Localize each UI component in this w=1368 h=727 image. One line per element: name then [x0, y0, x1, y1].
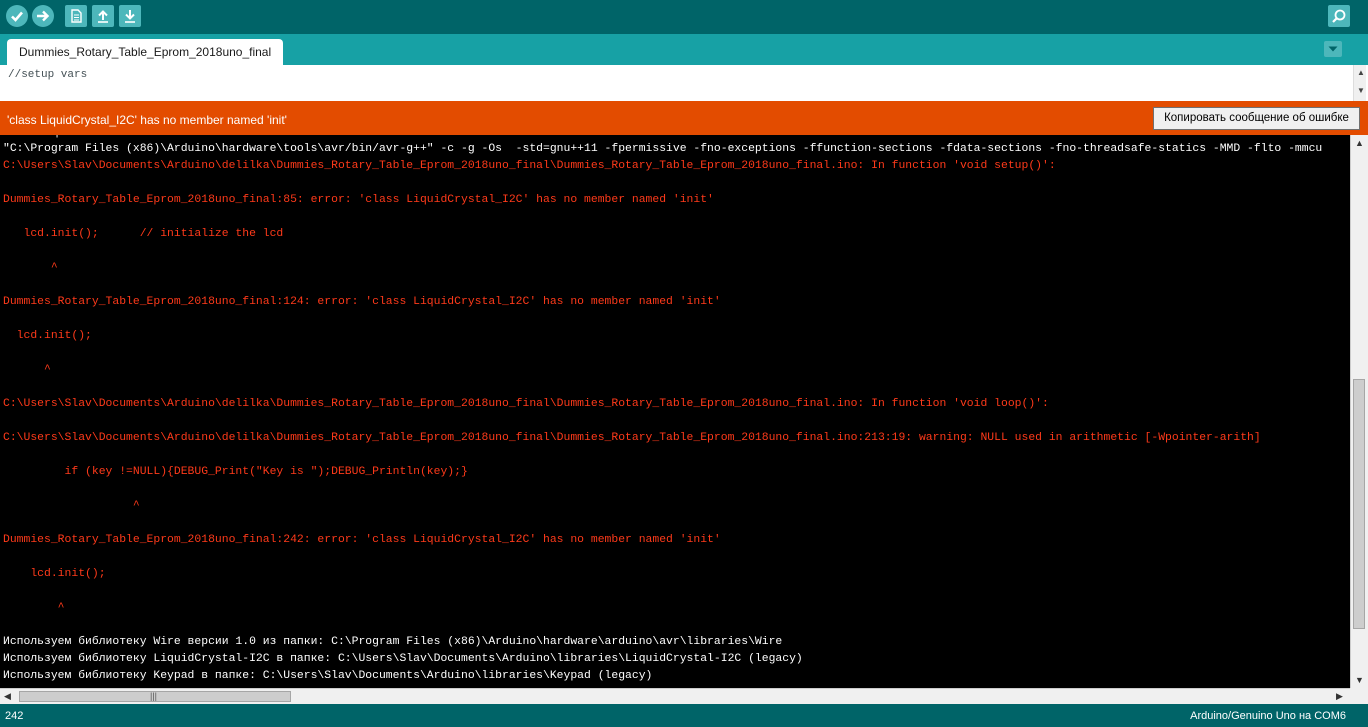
scroll-up-icon[interactable]: ▲ [1355, 138, 1364, 148]
code-editor[interactable]: //setup vars ▲ ▼ [0, 65, 1368, 101]
new-sketch-button[interactable] [65, 5, 87, 27]
scroll-left-icon[interactable]: ◀ [4, 691, 11, 702]
toolbar [0, 0, 1368, 34]
console-line: Dummies_Rotary_Table_Eprom_2018uno_final… [3, 194, 714, 206]
console-line: C:\Users\Slav\Documents\Arduino\delilka\… [3, 432, 1261, 444]
console-line: ^ [3, 602, 65, 614]
status-bar: 242 Arduino/Genuino Uno на COM6 [0, 704, 1368, 727]
console-line: C:\Users\Slav\Documents\Arduino\delilka\… [3, 398, 1049, 410]
upload-button[interactable] [32, 5, 54, 27]
console-line-partial: Компиляция скетча... [3, 135, 140, 140]
open-arrow-up-icon [98, 10, 108, 23]
editor-scrollbar[interactable]: ▲ ▼ [1353, 65, 1366, 101]
scrollbar-thumb[interactable]: ||| [19, 691, 291, 702]
check-icon [11, 11, 23, 22]
line-number: 242 [5, 710, 24, 722]
scroll-up-icon[interactable]: ▲ [1357, 69, 1365, 77]
open-button[interactable] [92, 5, 114, 27]
save-arrow-down-icon [125, 10, 135, 23]
console-line: "C:\Program Files (x86)\Arduino\hardware… [3, 143, 1323, 155]
console-line: lcd.init(); // initialize the lcd [3, 228, 284, 240]
verify-button[interactable] [6, 5, 28, 27]
console-line: ^ [3, 500, 140, 512]
console-horizontal-scrollbar[interactable]: ◀ ||| ▶ [0, 688, 1350, 704]
tab-strip: Dummies_Rotary_Table_Eprom_2018uno_final [0, 34, 1368, 65]
console-line: Dummies_Rotary_Table_Eprom_2018uno_final… [3, 534, 721, 546]
tab-menu-button[interactable] [1324, 41, 1342, 57]
console-line: C:\Users\Slav\Documents\Arduino\delilka\… [3, 160, 1056, 172]
tab-sketch[interactable]: Dummies_Rotary_Table_Eprom_2018uno_final [7, 39, 284, 65]
copy-error-button[interactable]: Копировать сообщение об ошибке [1153, 107, 1360, 130]
serial-monitor-button[interactable] [1328, 5, 1350, 27]
console-line: Используем библиотеку Keypad в папке: C:… [3, 670, 653, 682]
scroll-right-icon[interactable]: ▶ [1336, 691, 1343, 702]
scrollbar-thumb[interactable] [1353, 379, 1365, 629]
console-vertical-scrollbar[interactable]: ▲ ▼ [1350, 135, 1368, 688]
console-line: ^ [3, 364, 51, 376]
console-line: Dummies_Rotary_Table_Eprom_2018uno_final… [3, 296, 721, 308]
console-line: Используем библиотеку Wire версии 1.0 из… [3, 636, 783, 648]
console-output[interactable]: Компиляция скетча... "C:\Program Files (… [0, 135, 1350, 688]
magnifier-icon [1332, 9, 1346, 23]
console-line: lcd.init(); [3, 330, 92, 342]
scroll-down-icon[interactable]: ▼ [1357, 87, 1365, 95]
scroll-corner [1350, 688, 1368, 704]
console-line: lcd.init(); [3, 568, 106, 580]
arrow-right-icon [37, 10, 50, 22]
save-button[interactable] [119, 5, 141, 27]
board-port: Arduino/Genuino Uno на COM6 [1190, 710, 1346, 722]
editor-line: //setup vars [8, 69, 88, 81]
console-line: Используем библиотеку LiquidCrystal-I2C … [3, 653, 803, 665]
console-line: ^ [3, 262, 58, 274]
error-message: 'class LiquidCrystal_I2C' has no member … [7, 113, 287, 127]
chevron-down-icon [1328, 46, 1338, 52]
scroll-down-icon[interactable]: ▼ [1355, 675, 1364, 685]
new-file-icon [71, 9, 82, 23]
error-bar: 'class LiquidCrystal_I2C' has no member … [0, 101, 1368, 135]
console-line: if (key !=NULL){DEBUG_Print("Key is ");D… [3, 466, 468, 478]
